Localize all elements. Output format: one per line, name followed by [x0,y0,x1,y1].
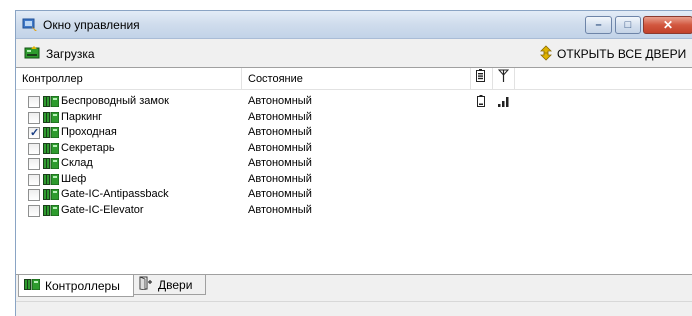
maximize-icon: □ [624,19,632,31]
open-doors-icon [539,44,553,64]
controller-state: Автономный [248,95,312,107]
open-all-doors-button[interactable]: ОТКРЫТЬ ВСЕ ДВЕРИ [539,44,687,64]
row-checkbox[interactable] [28,142,40,155]
controller-icon [43,126,60,139]
list-item[interactable]: Gate-IC-Antipassback Автономный [16,187,692,202]
controller-name: Gate-IC-Antipassback [61,188,169,200]
list-item[interactable]: ✓ Проходная Автономный [16,125,692,140]
controller-icon [43,157,60,170]
row-checkbox[interactable] [28,158,40,170]
column-header-state[interactable]: Состояние [242,68,471,90]
list-item[interactable]: Секретарь Автономный [16,141,692,156]
minimize-icon: – [595,19,602,31]
controller-name: Gate-IC-Elevator [61,203,144,216]
controller-state: Автономный [248,188,312,200]
controller-state: Автономный [248,141,312,154]
tab-doors-label: Двери [158,277,193,292]
list-item[interactable]: Шеф Автономный [16,172,692,187]
tab-controllers[interactable]: Контроллеры [18,275,134,297]
load-button[interactable]: Загрузка [24,45,95,63]
row-checkbox[interactable]: ✓ [28,127,40,139]
controller-icon [43,188,60,201]
controller-name: Склад [61,157,93,169]
row-checkbox[interactable] [28,189,40,201]
signal-strength-icon [498,95,510,110]
list-item[interactable]: Беспроводный замок Автономный [16,94,692,109]
controller-name: Секретарь [61,141,115,154]
controller-state: Автономный [248,126,312,138]
list-item[interactable]: Gate-IC-Elevator Автономный [16,203,692,218]
maximize-button[interactable]: □ [615,16,641,34]
controller-state: Автономный [248,110,312,123]
title-bar[interactable]: Окно управления – □ ✕ [16,11,692,39]
checkmark-icon: ✓ [30,127,40,139]
controller-icon [43,95,60,108]
battery-icon [476,69,485,85]
window-title: Окно управления [43,18,140,32]
controller-name: Шеф [61,172,87,185]
open-all-doors-label: ОТКРЫТЬ ВСЕ ДВЕРИ [557,47,687,61]
toolbar: Загрузка ОТКРЫТЬ ВСЕ ДВЕРИ [16,40,692,67]
load-label: Загрузка [46,47,95,61]
tab-strip: Контроллеры Двери [16,275,692,301]
load-icon [24,45,40,64]
controller-state: Автономный [248,172,312,185]
row-checkbox[interactable] [28,204,40,217]
tab-doors[interactable]: Двери [134,275,206,295]
list-item[interactable]: Паркинг Автономный [16,110,692,125]
minimize-button[interactable]: – [585,16,612,34]
column-header-battery[interactable] [471,68,493,90]
controller-state: Автономный [248,157,312,169]
controller-icon [24,278,41,293]
column-header-signal[interactable] [493,68,515,90]
control-window: Окно управления – □ ✕ Загрузка ОТКРЫТЬ В… [15,10,692,316]
controller-name: Проходная [61,126,117,138]
controller-icon [43,173,60,185]
row-checkbox[interactable] [28,111,40,124]
row-checkbox[interactable] [28,173,40,186]
controller-name: Беспроводный замок [61,95,169,107]
list-header: Контроллер Состояние [16,68,692,90]
controller-icon [43,142,60,154]
controller-name: Паркинг [61,110,103,123]
list-item[interactable]: Склад Автономный [16,156,692,171]
tab-controllers-label: Контроллеры [45,278,120,293]
row-checkbox[interactable] [28,96,40,108]
controller-icon [43,204,60,216]
close-button[interactable]: ✕ [643,16,692,34]
app-icon [22,18,38,32]
door-icon [139,276,153,293]
controller-icon [43,111,60,123]
battery-level-icon [477,95,485,110]
antenna-icon [497,69,510,85]
controller-state: Автономный [248,203,312,216]
controllers-list: Контроллер Состояние Беспроводный замок … [16,67,692,275]
column-header-controller[interactable]: Контроллер [16,68,242,90]
status-bar [16,301,692,316]
close-icon: ✕ [662,18,674,32]
